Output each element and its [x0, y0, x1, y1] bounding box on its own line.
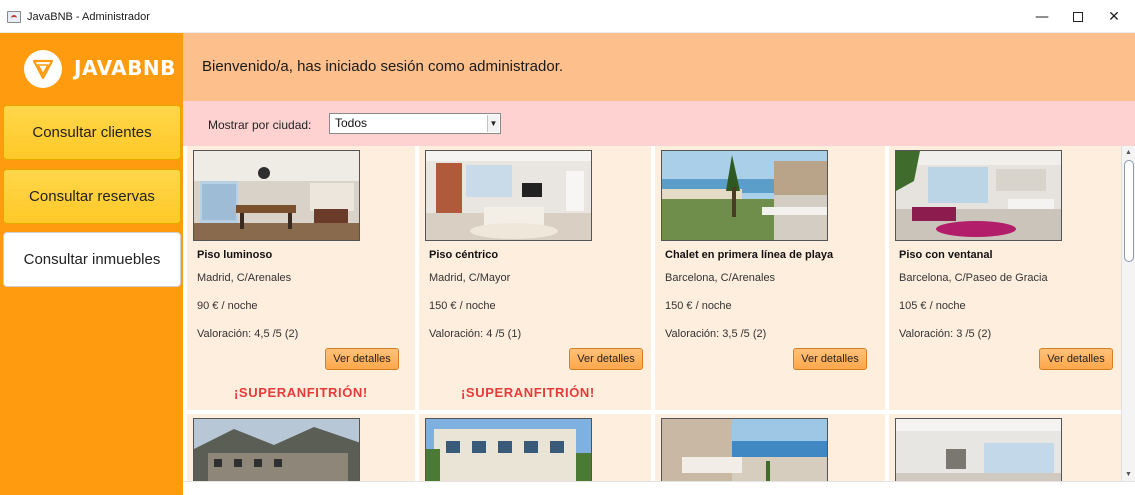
property-card [889, 414, 1121, 481]
superhost-badge: ¡SUPERANFITRIÓN! [234, 385, 368, 400]
property-title: Piso céntrico [429, 249, 499, 261]
property-listing: Piso luminoso Madrid, C/Arenales 90 € / … [183, 146, 1121, 481]
property-card [187, 414, 415, 481]
property-price: 105 € / noche [899, 300, 966, 312]
ver-detalles-button[interactable]: Ver detalles [325, 348, 399, 370]
property-price: 90 € / noche [197, 300, 258, 312]
java-app-icon [7, 11, 21, 23]
ver-detalles-button[interactable]: Ver detalles [1039, 348, 1113, 370]
property-rating: Valoración: 3,5 /5 (2) [665, 328, 767, 340]
property-photo [661, 418, 828, 481]
ver-detalles-button[interactable]: Ver detalles [569, 348, 643, 370]
scroll-thumb[interactable] [1124, 160, 1134, 262]
bottom-edge [183, 481, 1135, 495]
sidebar: JAVABNB Consultar clientes Consultar res… [0, 33, 183, 495]
property-rating: Valoración: 4 /5 (1) [429, 328, 522, 340]
city-select[interactable]: Todos ▼ [329, 113, 501, 134]
property-card [419, 414, 651, 481]
close-button[interactable]: ✕ [1094, 6, 1134, 28]
nav-consultar-clientes-button[interactable]: Consultar clientes [3, 105, 181, 160]
welcome-header: Bienvenido/a, has iniciado sesión como a… [183, 33, 1135, 101]
property-title: Piso luminoso [197, 249, 273, 261]
property-title: Chalet en primera línea de playa [665, 249, 834, 261]
city-filter-label: Mostrar por ciudad: [208, 118, 312, 132]
property-card: Piso con ventanal Barcelona, C/Paseo de … [889, 146, 1121, 410]
property-rating: Valoración: 4,5 /5 (2) [197, 328, 299, 340]
scroll-up-icon[interactable]: ▲ [1125, 149, 1132, 156]
property-address: Barcelona, C/Paseo de Gracia [899, 272, 1048, 284]
property-address: Barcelona, C/Arenales [665, 272, 776, 284]
property-photo [895, 418, 1062, 481]
logo-text: JAVABNB [74, 56, 176, 80]
property-address: Madrid, C/Arenales [197, 272, 292, 284]
superhost-badge: ¡SUPERANFITRIÓN! [461, 385, 595, 400]
property-photo [895, 150, 1062, 241]
nav-consultar-inmuebles-button[interactable]: Consultar inmuebles [3, 232, 181, 287]
chevron-down-icon[interactable]: ▼ [487, 115, 499, 132]
property-photo [425, 150, 592, 241]
property-photo [425, 418, 592, 481]
welcome-message: Bienvenido/a, has iniciado sesión como a… [202, 58, 564, 75]
window-title: JavaBNB - Administrador [27, 11, 150, 23]
maximize-icon [1073, 12, 1083, 22]
logo [24, 50, 62, 88]
property-card: Piso luminoso Madrid, C/Arenales 90 € / … [187, 146, 415, 410]
property-card: Chalet en primera línea de playa Barcelo… [655, 146, 885, 410]
property-title: Piso con ventanal [899, 249, 993, 261]
ver-detalles-button[interactable]: Ver detalles [793, 348, 867, 370]
listing-scrollbar[interactable]: ▲ ▼ [1121, 146, 1135, 481]
property-price: 150 € / noche [429, 300, 496, 312]
maximize-button[interactable] [1058, 6, 1098, 28]
property-price: 150 € / noche [665, 300, 732, 312]
property-address: Madrid, C/Mayor [429, 272, 511, 284]
airbnb-logo-icon [32, 59, 54, 80]
scroll-down-icon[interactable]: ▼ [1125, 471, 1132, 478]
city-filter-bar: Mostrar por ciudad: Todos ▼ [183, 101, 1135, 146]
nav-consultar-reservas-button[interactable]: Consultar reservas [3, 169, 181, 224]
property-photo [193, 418, 360, 481]
minimize-icon: — [1035, 9, 1049, 25]
property-card: Piso céntrico Madrid, C/Mayor 150 € / no… [419, 146, 651, 410]
property-photo [193, 150, 360, 241]
property-rating: Valoración: 3 /5 (2) [899, 328, 992, 340]
window-titlebar: JavaBNB - Administrador — ✕ [0, 0, 1135, 33]
close-icon: ✕ [1108, 9, 1120, 25]
city-select-value: Todos [335, 116, 368, 130]
property-photo [661, 150, 828, 241]
minimize-button[interactable]: — [1022, 6, 1062, 28]
property-card [655, 414, 885, 481]
